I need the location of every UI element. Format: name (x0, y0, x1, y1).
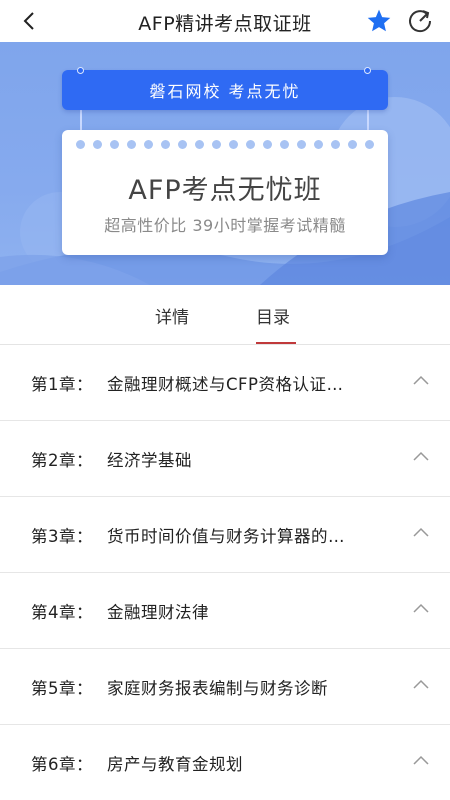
chapter-label: 第2章： 经济学基础 (31, 447, 391, 471)
chapter-title: 金融理财概述与CFP资格认证… (107, 375, 344, 394)
chapter-title: 家庭财务报表编制与财务诊断 (107, 679, 328, 698)
chapter-number: 第2章： (31, 451, 93, 470)
chapter-title: 货币时间价值与财务计算器的… (107, 527, 345, 546)
tag-ring-left (77, 67, 84, 74)
card-binding-holes (76, 140, 374, 150)
chapter-label: 第5章： 家庭财务报表编制与财务诊断 (31, 675, 391, 699)
favorite-button[interactable] (364, 6, 394, 36)
course-title: AFP考点无忧班 (128, 175, 322, 206)
share-icon (409, 10, 432, 33)
chapter-row[interactable]: 第5章： 家庭财务报表编制与财务诊断 (0, 649, 450, 725)
tag-ring-right (364, 67, 371, 74)
course-banner: 磐石网校 考点无忧 AFP考点无忧班 超高性价比 39小时掌握考试精髓 (0, 42, 450, 285)
tab-details[interactable]: 详情 (155, 303, 189, 328)
chapter-label: 第1章： 金融理财概述与CFP资格认证… (31, 371, 391, 395)
course-subtitle: 超高性价比 39小时掌握考试精髓 (104, 216, 346, 235)
chapter-number: 第4章： (31, 603, 93, 622)
chapter-title: 房产与教育金规划 (107, 755, 243, 774)
chapter-title: 经济学基础 (107, 451, 192, 470)
chevron-up-icon[interactable] (412, 373, 430, 387)
chapter-number: 第1章： (31, 375, 93, 394)
chevron-left-icon (23, 12, 34, 30)
chapter-label: 第4章： 金融理财法律 (31, 599, 391, 623)
chevron-up-icon[interactable] (412, 677, 430, 691)
chevron-up-icon[interactable] (412, 525, 430, 539)
tab-bar: 详情 目录 (0, 285, 450, 345)
star-icon (367, 9, 391, 32)
chapter-title: 金融理财法律 (107, 603, 209, 622)
chevron-up-icon[interactable] (412, 449, 430, 463)
chapter-row[interactable]: 第3章： 货币时间价值与财务计算器的… (0, 497, 450, 573)
chapter-row[interactable]: 第6章： 房产与教育金规划 (0, 725, 450, 800)
tab-catalog[interactable]: 目录 (256, 303, 290, 328)
chapter-row[interactable]: 第1章： 金融理财概述与CFP资格认证… (0, 345, 450, 421)
chapter-row[interactable]: 第2章： 经济学基础 (0, 421, 450, 497)
chapter-row[interactable]: 第4章： 金融理财法律 (0, 573, 450, 649)
chapter-label: 第6章： 房产与教育金规划 (31, 751, 391, 775)
banner-card: AFP考点无忧班 超高性价比 39小时掌握考试精髓 (62, 130, 388, 255)
app-header: AFP精讲考点取证班 (0, 0, 450, 42)
school-tag: 磐石网校 考点无忧 (62, 70, 388, 110)
back-button[interactable] (14, 6, 44, 36)
chapter-label: 第3章： 货币时间价值与财务计算器的… (31, 523, 391, 547)
chapter-number: 第6章： (31, 755, 93, 774)
chapter-list: 第1章： 金融理财概述与CFP资格认证… 第2章： 经济学基础 第3章： 货币时间价值… (0, 345, 450, 800)
chevron-up-icon[interactable] (412, 753, 430, 767)
chapter-number: 第5章： (31, 679, 93, 698)
chevron-up-icon[interactable] (412, 601, 430, 615)
active-tab-indicator (256, 342, 296, 344)
share-button[interactable] (404, 6, 436, 36)
chapter-number: 第3章： (31, 527, 93, 546)
